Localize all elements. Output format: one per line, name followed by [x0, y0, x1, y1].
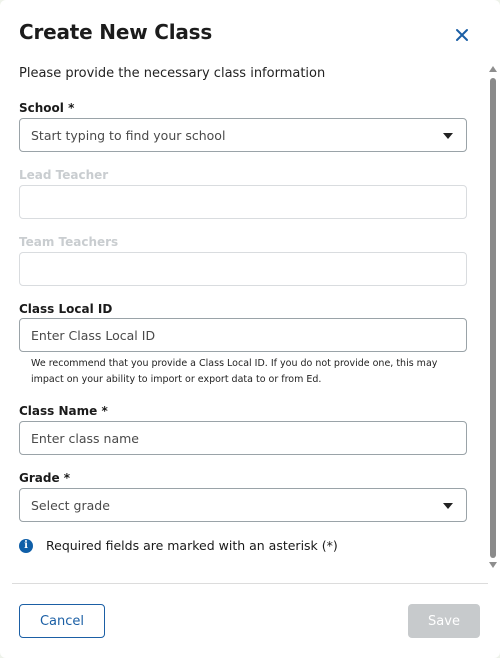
chevron-down-icon — [443, 503, 453, 509]
lead-teacher-field — [19, 185, 467, 219]
class-local-id-hint: We recommend that you provide a Class Lo… — [31, 358, 438, 385]
grade-label: Grade * — [19, 471, 71, 485]
required-info: i Required fields are marked with an ast… — [19, 538, 338, 553]
grade-selected: Select grade — [31, 498, 110, 513]
close-icon[interactable] — [453, 26, 471, 44]
info-icon: i — [19, 538, 33, 553]
school-label: School * — [19, 101, 75, 115]
chevron-down-icon — [443, 133, 453, 139]
lead-teacher-input — [20, 186, 466, 218]
create-class-dialog: Create New Class Please provide the nece… — [0, 0, 500, 658]
team-teachers-field — [19, 252, 467, 286]
class-name-label: Class Name * — [19, 404, 108, 418]
team-teachers-label: Team Teachers — [19, 235, 119, 249]
class-local-id-input[interactable] — [20, 319, 466, 351]
save-button[interactable]: Save — [408, 604, 480, 638]
dialog-subtitle: Please provide the necessary class infor… — [19, 66, 326, 81]
team-teachers-input — [20, 253, 466, 285]
grade-select[interactable]: Select grade — [19, 488, 467, 522]
scrollbar[interactable] — [488, 66, 498, 570]
scroll-down-icon[interactable] — [489, 562, 497, 568]
cancel-button[interactable]: Cancel — [19, 604, 105, 638]
school-select[interactable]: Start typing to find your school — [19, 118, 467, 152]
scrollbar-thumb[interactable] — [490, 78, 496, 558]
dialog-title: Create New Class — [19, 20, 213, 44]
lead-teacher-label: Lead Teacher — [19, 168, 109, 182]
class-name-input[interactable] — [20, 422, 466, 454]
scroll-up-icon[interactable] — [489, 66, 497, 72]
class-local-id-field[interactable] — [19, 318, 467, 352]
footer-divider — [12, 583, 488, 584]
class-local-id-label: Class Local ID — [19, 302, 113, 316]
required-info-text: Required fields are marked with an aster… — [46, 538, 338, 553]
class-name-field[interactable] — [19, 421, 467, 455]
school-placeholder: Start typing to find your school — [31, 128, 226, 143]
